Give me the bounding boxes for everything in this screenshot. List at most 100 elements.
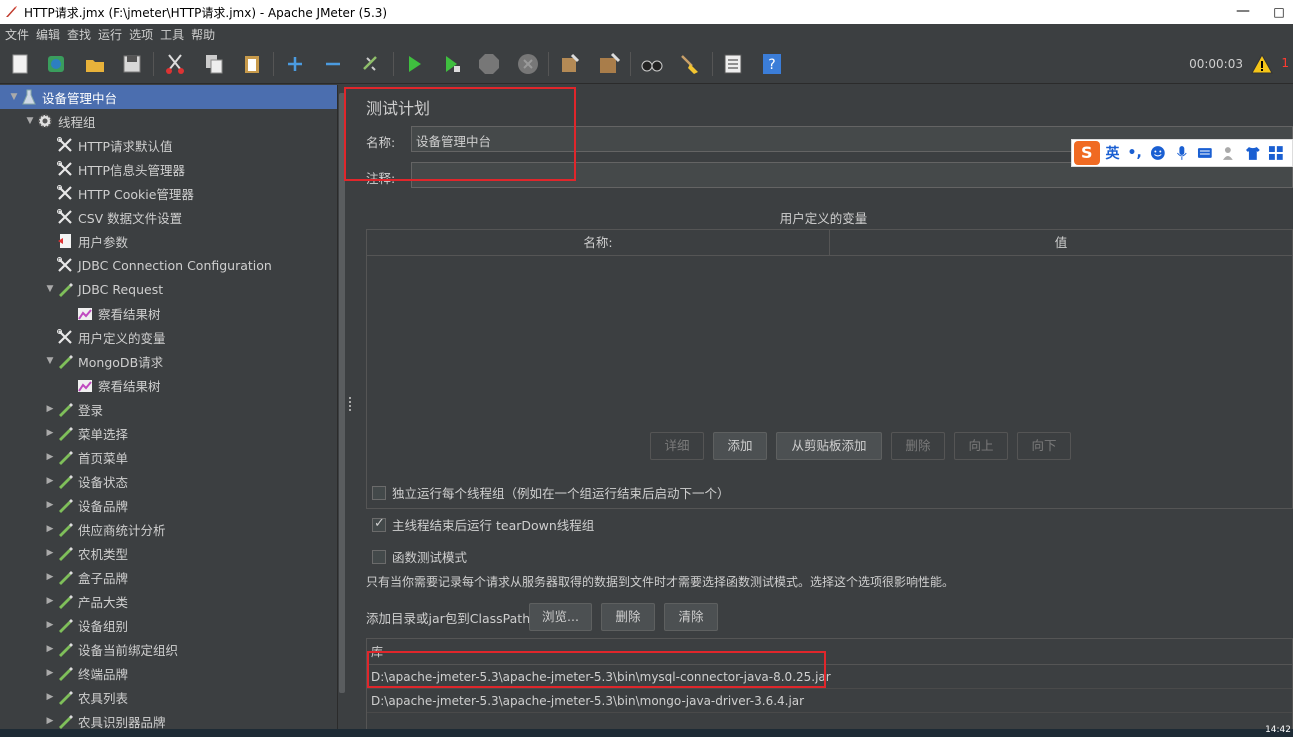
tree-node[interactable]: ▶ 设备品牌 — [0, 493, 337, 517]
chevron-right-icon[interactable]: ▶ — [44, 524, 56, 534]
chevron-right-icon[interactable]: ▶ — [44, 452, 56, 462]
add-button[interactable]: 添加 — [713, 432, 767, 460]
menu-edit[interactable]: 编辑 — [33, 26, 63, 43]
menu-help[interactable]: 帮助 — [188, 26, 218, 43]
tree-node[interactable]: 用户定义的变量 — [0, 325, 337, 349]
tree-node[interactable]: ▼ 设备管理中台 — [0, 85, 337, 109]
tree-node[interactable]: ▶ 终端品牌 — [0, 661, 337, 685]
column-header-name[interactable]: 名称: — [367, 230, 829, 255]
chevron-down-icon[interactable]: ▼ — [8, 92, 20, 102]
browse-button[interactable]: 浏览... — [529, 603, 592, 631]
tree-node[interactable]: ▶ 产品大类 — [0, 589, 337, 613]
tree-scrollbar-thumb[interactable] — [339, 93, 345, 693]
functional-mode-checkbox[interactable] — [372, 549, 386, 564]
serialize-threadgroups-checkbox[interactable] — [372, 485, 386, 500]
shutdown-icon[interactable] — [516, 52, 540, 76]
chevron-right-icon[interactable]: ▶ — [44, 668, 56, 678]
tree-node[interactable]: 察看结果树 — [0, 373, 337, 397]
tree-node[interactable]: ▶ 登录 — [0, 397, 337, 421]
expand-plus-icon[interactable] — [283, 52, 307, 76]
emoji-icon[interactable] — [1150, 145, 1166, 161]
tree-node[interactable]: ▶ 设备当前绑定组织 — [0, 637, 337, 661]
tree-node[interactable]: ▶ 盒子品牌 — [0, 565, 337, 589]
chevron-right-icon[interactable]: ▶ — [44, 596, 56, 606]
tree-node[interactable]: ▼ 线程组 — [0, 109, 337, 133]
functional-mode-option[interactable]: 函数测试模式 — [372, 547, 467, 566]
chevron-right-icon[interactable]: ▶ — [44, 572, 56, 582]
chevron-right-icon[interactable]: ▶ — [44, 428, 56, 438]
serialize-threadgroups-option[interactable]: 独立运行每个线程组（例如在一个组运行结束后启动下一个） — [372, 483, 730, 502]
collapse-minus-icon[interactable] — [321, 52, 345, 76]
tree-node[interactable]: ▶ 设备组别 — [0, 613, 337, 637]
library-row[interactable]: D:\apache-jmeter-5.3\apache-jmeter-5.3\b… — [367, 689, 1292, 713]
chevron-right-icon[interactable]: ▶ — [44, 500, 56, 510]
chevron-right-icon[interactable]: ▶ — [44, 548, 56, 558]
tree-node[interactable]: ▶ 农具列表 — [0, 685, 337, 709]
tree-node[interactable]: ▶ 农机类型 — [0, 541, 337, 565]
teardown-checkbox[interactable] — [372, 516, 386, 532]
microphone-icon[interactable] — [1174, 145, 1190, 161]
tree-node[interactable]: ▶ 设备状态 — [0, 469, 337, 493]
splitter-grip[interactable] — [349, 397, 351, 411]
chevron-down-icon[interactable]: ▼ — [44, 356, 56, 366]
toggle-icon[interactable] — [359, 52, 383, 76]
chevron-down-icon[interactable]: ▼ — [44, 284, 56, 294]
copy-icon[interactable] — [202, 52, 226, 76]
ime-language-mode[interactable]: 英 — [1106, 143, 1120, 163]
chevron-right-icon[interactable]: ▶ — [44, 476, 56, 486]
stop-icon[interactable] — [477, 52, 501, 76]
tree-node[interactable]: HTTP信息头管理器 — [0, 157, 337, 181]
help-icon[interactable]: ? — [760, 52, 784, 76]
clear-all-icon[interactable] — [597, 52, 621, 76]
chevron-right-icon[interactable]: ▶ — [44, 620, 56, 630]
warning-icon[interactable] — [1251, 53, 1273, 75]
user-icon[interactable] — [1221, 145, 1237, 161]
move-up-button[interactable]: 向上 — [954, 432, 1008, 460]
delete-button[interactable]: 删除 — [891, 432, 945, 460]
tree-node[interactable]: HTTP请求默认值 — [0, 133, 337, 157]
paste-icon[interactable] — [240, 52, 264, 76]
menu-options[interactable]: 选项 — [126, 26, 156, 43]
minimize-button[interactable]: — — [1233, 0, 1253, 24]
classpath-clear-button[interactable]: 清除 — [664, 603, 718, 631]
menu-search[interactable]: 查找 — [64, 26, 94, 43]
templates-icon[interactable] — [44, 52, 68, 76]
add-from-clipboard-button[interactable]: 从剪贴板添加 — [776, 432, 882, 460]
chevron-right-icon[interactable]: ▶ — [44, 692, 56, 702]
maximize-button[interactable]: □ — [1269, 0, 1289, 24]
tree-node[interactable]: CSV 数据文件设置 — [0, 205, 337, 229]
skin-shirt-icon[interactable] — [1245, 145, 1261, 161]
clear-icon[interactable] — [558, 52, 582, 76]
menu-file[interactable]: 文件 — [2, 26, 32, 43]
menu-tools[interactable]: 工具 — [157, 26, 187, 43]
ime-toolbar[interactable]: S 英 •, — [1071, 139, 1293, 167]
chevron-right-icon[interactable]: ▶ — [44, 404, 56, 414]
menu-run[interactable]: 运行 — [95, 26, 125, 43]
detail-button[interactable]: 详细 — [650, 432, 704, 460]
tree-node[interactable]: HTTP Cookie管理器 — [0, 181, 337, 205]
panel-splitter[interactable] — [346, 85, 354, 737]
cut-icon[interactable] — [163, 52, 187, 76]
tree-node[interactable]: 用户参数 — [0, 229, 337, 253]
move-down-button[interactable]: 向下 — [1017, 432, 1071, 460]
save-icon[interactable] — [120, 52, 144, 76]
ime-punctuation-mode[interactable]: •, — [1128, 145, 1142, 161]
keyboard-icon[interactable] — [1197, 145, 1213, 161]
tree-node[interactable]: ▶ 供应商统计分析 — [0, 517, 337, 541]
column-header-value[interactable]: 值 — [829, 230, 1292, 255]
start-icon[interactable] — [402, 52, 426, 76]
search-binoculars-icon[interactable] — [640, 52, 664, 76]
tree-node[interactable]: ▶ 首页菜单 — [0, 445, 337, 469]
tree-scrollbar[interactable] — [337, 85, 346, 737]
chevron-right-icon[interactable]: ▶ — [44, 644, 56, 654]
tree-node[interactable]: ▼ JDBC Request — [0, 277, 337, 301]
open-folder-icon[interactable] — [83, 52, 107, 76]
tree-node[interactable]: JDBC Connection Configuration — [0, 253, 337, 277]
sogou-logo-icon[interactable]: S — [1074, 141, 1100, 165]
teardown-option[interactable]: 主线程结束后运行 tearDown线程组 — [372, 515, 594, 534]
function-helper-icon[interactable] — [721, 52, 745, 76]
grid-menu-icon[interactable] — [1268, 145, 1284, 161]
chevron-right-icon[interactable]: ▶ — [44, 716, 56, 726]
start-no-pause-icon[interactable] — [440, 52, 464, 76]
tree-node[interactable]: ▶ 菜单选择 — [0, 421, 337, 445]
